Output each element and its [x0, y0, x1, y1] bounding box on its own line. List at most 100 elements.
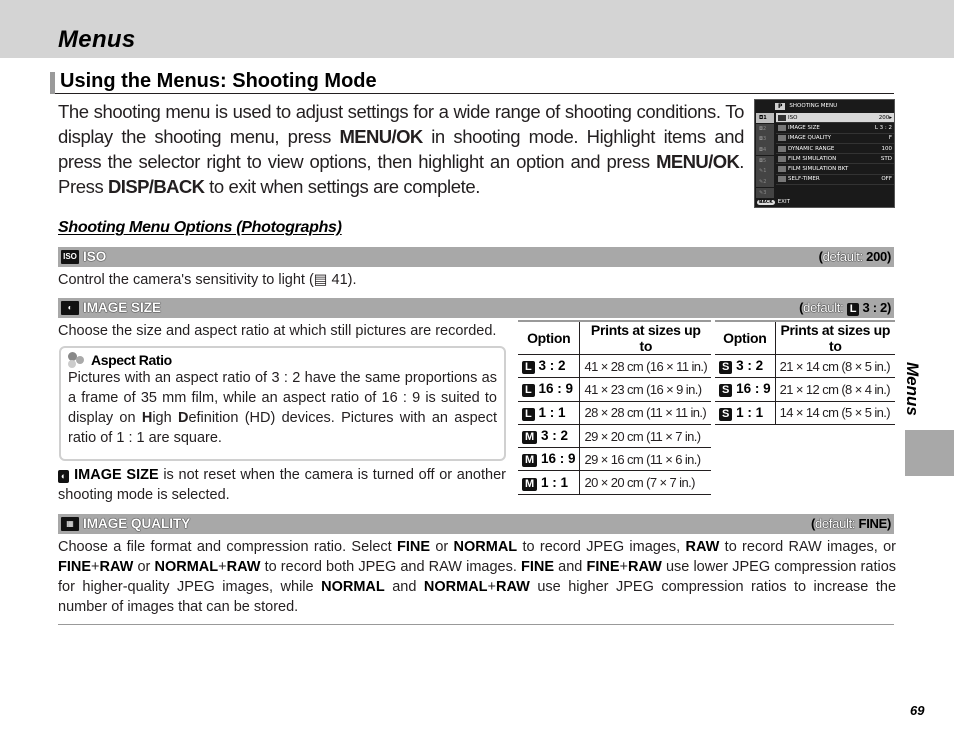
- camera-tab: ◘2: [756, 123, 774, 134]
- table-header: Option: [715, 320, 776, 355]
- image-size-badge: L: [522, 361, 535, 375]
- aspect-ratio-note: Aspect Ratio Pictures with an aspect rat…: [59, 346, 506, 461]
- option-cell: S 16 : 9: [715, 377, 776, 402]
- camera-menu-row: ISO 200▸: [776, 113, 894, 124]
- table-header: Prints at sizes up to: [774, 320, 895, 355]
- chapter-title: Menus: [58, 26, 136, 53]
- print-size-cell: 20 × 20 cm (7 × 7 in.): [579, 470, 712, 495]
- image-quality-icon: [778, 135, 786, 142]
- table-row: L 16 : 9 41 × 23 cm (16 × 9 in.): [518, 377, 712, 402]
- camera-tab: ✎3: [756, 187, 774, 199]
- print-size-table-left: Option Prints at sizes up to L 3 : 2 41 ×…: [518, 320, 712, 495]
- image-size-icon: ◐: [58, 470, 70, 483]
- page-number: 69: [910, 703, 925, 718]
- image-size-icon: [778, 124, 786, 131]
- note-title: Aspect Ratio: [91, 352, 172, 368]
- side-tab-label: Menus: [903, 362, 922, 416]
- section-heading-bar: [50, 72, 55, 94]
- image-quality-icon: ▦: [61, 516, 79, 531]
- camera-menu-row: SELF-TIMER OFF: [776, 175, 894, 186]
- camera-menu-rows: ISO 200▸ IMAGE SIZE L 3 : 2 IMAGE QUALITY F…: [776, 113, 894, 186]
- camera-menu-row: IMAGE QUALITY F: [776, 134, 894, 144]
- print-size-cell: 29 × 16 cm (11 × 6 in.): [579, 447, 712, 472]
- table-row: M 3 : 2 29 × 20 cm (11 × 7 in.): [518, 424, 712, 449]
- menu-ok-key: MENU/OK: [339, 126, 423, 147]
- table-row: S 1 : 1 14 × 14 cm (5 × 5 in.): [715, 401, 895, 425]
- section-heading: Using the Menus: Shooting Mode: [50, 70, 894, 94]
- image-size-default: (default: L 3 : 2): [799, 300, 891, 316]
- camera-tab: ✎2: [756, 177, 774, 188]
- camera-tab: ◘3: [756, 134, 774, 145]
- side-thumb-tab: [905, 430, 954, 476]
- dynamic-range-icon: [778, 145, 786, 152]
- chapter-header-band: [0, 0, 954, 58]
- option-cell: M 1 : 1: [518, 470, 580, 495]
- image-size-description: Choose the size and aspect ratio at whic…: [58, 323, 497, 339]
- self-timer-icon: [778, 176, 786, 183]
- option-cell: L 1 : 1: [518, 401, 580, 425]
- table-header: Prints at sizes up to: [579, 320, 712, 355]
- option-cell: S 1 : 1: [715, 401, 776, 425]
- table-row: M 16 : 9 29 × 16 cm (11 × 6 in.): [518, 447, 712, 472]
- camera-menu-header: P SHOOTING MENU: [775, 101, 837, 111]
- table-row: L 1 : 1 28 × 28 cm (11 × 11 in.): [518, 401, 712, 425]
- iso-item-bar: ISO ISO (default: 200): [58, 247, 894, 267]
- image-size-badge: S: [719, 407, 733, 421]
- film-bkt-icon: [778, 166, 786, 173]
- print-size-cell: 28 × 28 cm (11 × 11 in.): [579, 401, 712, 425]
- camera-menu-row: IMAGE SIZE L 3 : 2: [776, 123, 894, 134]
- image-size-badge: M: [522, 477, 538, 491]
- iso-default: (default: 200): [818, 249, 892, 264]
- option-cell: S 3 : 2: [715, 354, 776, 379]
- camera-menu-row: FILM SIMULATION STD: [776, 154, 894, 165]
- iso-icon: ISO: [61, 249, 79, 264]
- menu-ok-key: MENU/OK: [656, 151, 740, 172]
- image-quality-description: Choose a file format and compression rat…: [58, 539, 897, 615]
- image-size-badge: S: [719, 384, 733, 398]
- print-size-cell: 21 × 12 cm (8 × 4 in.): [774, 377, 895, 402]
- print-size-cell: 29 × 20 cm (11 × 7 in.): [579, 424, 712, 449]
- image-size-icon: ◐: [61, 300, 79, 315]
- option-cell: M 3 : 2: [518, 424, 580, 449]
- print-size-cell: 14 × 14 cm (5 × 5 in.): [774, 401, 895, 425]
- bottom-divider: [58, 624, 894, 625]
- camera-tab: ◘1: [756, 113, 774, 124]
- print-size-cell: 41 × 23 cm (16 × 9 in.): [579, 377, 712, 402]
- iso-icon: [778, 114, 786, 121]
- iso-description: Control the camera's sensitivity to ligh…: [58, 272, 357, 288]
- option-cell: L 3 : 2: [518, 354, 580, 379]
- table-row: S 3 : 2 21 × 14 cm (8 × 5 in.): [715, 354, 895, 379]
- note-icon: [68, 352, 86, 368]
- options-subheading: Shooting Menu Options (Photographs): [58, 219, 342, 236]
- camera-menu-title: SHOOTING MENU: [789, 103, 838, 109]
- image-size-badge: M: [522, 454, 538, 468]
- option-cell: L 16 : 9: [518, 377, 580, 402]
- table-row: M 1 : 1 20 × 20 cm (7 × 7 in.): [518, 470, 712, 495]
- image-size-reset-note: ◐ IMAGE SIZE is not reset when the camer…: [58, 467, 506, 503]
- camera-tab: ✎1: [756, 166, 774, 177]
- image-size-badge: L: [522, 407, 535, 421]
- image-quality-item-bar: ▦ IMAGE QUALITY (default: FINE): [58, 514, 894, 534]
- program-mode-badge: P: [775, 102, 786, 110]
- camera-menu-row: FILM SIMULATION BKT: [776, 164, 894, 175]
- intro-paragraph: The shooting menu is used to adjust sett…: [58, 101, 744, 197]
- camera-menu-tabs: ◘1 ◘2 ◘3 ◘4 ◘5 ✎1 ✎2 ✎3: [756, 113, 774, 199]
- option-cell: M 16 : 9: [518, 447, 580, 472]
- camera-screen-illustration: P SHOOTING MENU ◘1 ◘2 ◘3 ◘4 ◘5 ✎1 ✎2 ✎3 …: [754, 99, 895, 208]
- note-text: Pictures with an aspect ratio of 3 : 2 h…: [68, 370, 497, 446]
- image-quality-default: (default: FINE): [810, 516, 891, 531]
- camera-menu-footer: BACK EXIT: [757, 199, 790, 205]
- disp-back-key: DISP/BACK: [108, 176, 205, 197]
- image-size-item-bar: ◐ IMAGE SIZE (default: L 3 : 2): [58, 298, 894, 318]
- back-button-icon: BACK: [757, 199, 775, 205]
- image-size-badge: S: [719, 361, 733, 375]
- print-size-cell: 21 × 14 cm (8 × 5 in.): [774, 354, 895, 379]
- film-simulation-icon: [778, 155, 786, 162]
- table-row: L 3 : 2 41 × 28 cm (16 × 11 in.): [518, 354, 712, 379]
- print-size-cell: 41 × 28 cm (16 × 11 in.): [579, 354, 712, 379]
- image-size-badge: M: [522, 431, 538, 445]
- camera-menu-row: DYNAMIC RANGE 100: [776, 144, 894, 155]
- camera-tab: ◘5: [756, 155, 774, 167]
- image-size-badge: L: [522, 384, 535, 398]
- table-header: Option: [518, 320, 580, 355]
